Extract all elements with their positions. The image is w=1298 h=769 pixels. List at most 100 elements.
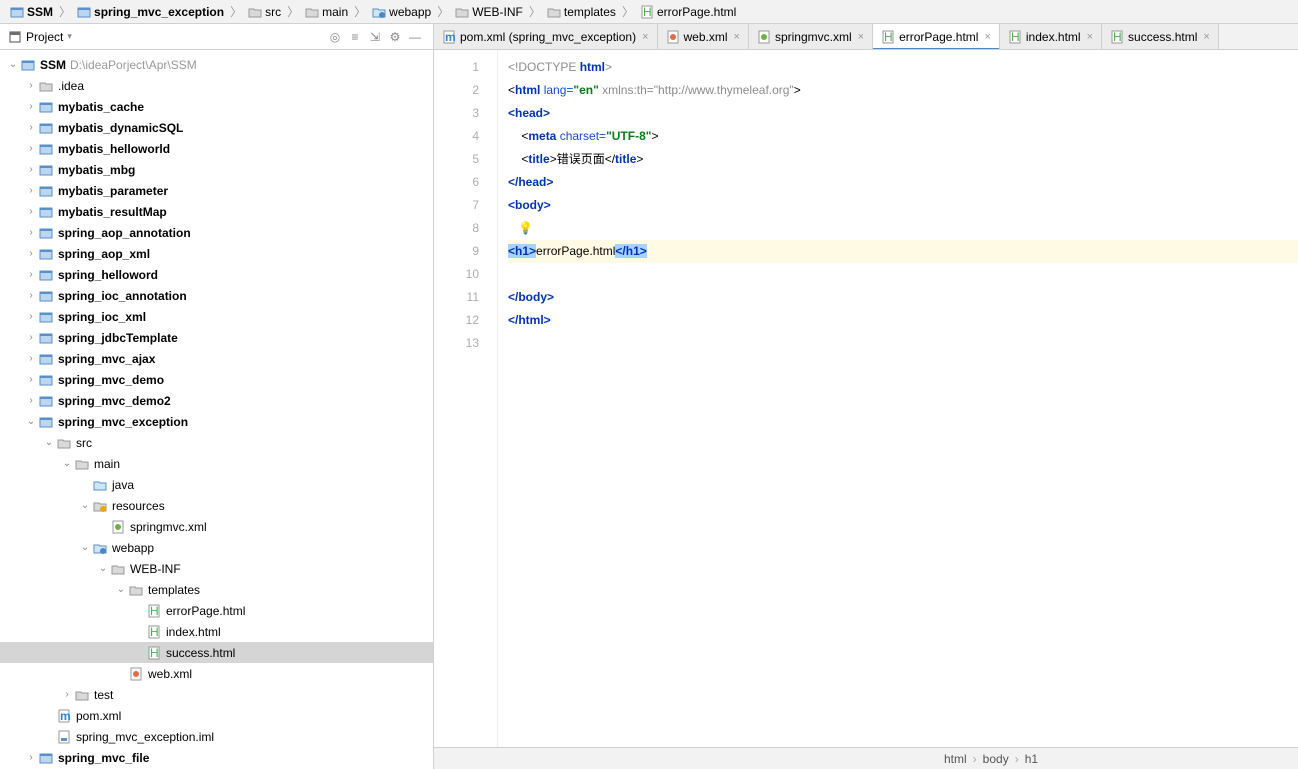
- project-tree[interactable]: ⌄SSMD:\ideaPorject\Apr\SSM›.idea›mybatis…: [0, 50, 433, 769]
- tree-arrow-icon[interactable]: ›: [24, 290, 38, 301]
- breadcrumb-item[interactable]: spring_mvc_exception: [73, 5, 228, 19]
- breadcrumb-item[interactable]: WEB-INF: [451, 5, 527, 19]
- tree-arrow-icon[interactable]: ›: [24, 143, 38, 154]
- tree-arrow-icon[interactable]: ›: [24, 752, 38, 763]
- editor-tab[interactable]: Hsuccess.html×: [1102, 24, 1219, 49]
- tree-node[interactable]: ›spring_mvc_demo: [0, 369, 433, 390]
- close-icon[interactable]: ×: [642, 31, 648, 43]
- tree-arrow-icon[interactable]: ⌄: [42, 437, 56, 448]
- chevron-right-icon: ›: [973, 752, 977, 766]
- tree-arrow-icon[interactable]: ›: [24, 206, 38, 217]
- project-sidebar: Project ▾ ◎ ≡ ⇲ ⚙ — ⌄SSMD:\ideaPorject\A…: [0, 24, 434, 769]
- tree-node[interactable]: ›mybatis_resultMap: [0, 201, 433, 222]
- tree-arrow-icon[interactable]: ›: [24, 227, 38, 238]
- tree-arrow-icon[interactable]: ›: [24, 80, 38, 91]
- expand-all-icon[interactable]: ≡: [345, 30, 365, 44]
- tree-arrow-icon[interactable]: ⌄: [24, 416, 38, 427]
- close-icon[interactable]: ×: [1203, 31, 1209, 43]
- tree-node[interactable]: ·HerrorPage.html: [0, 600, 433, 621]
- tree-node-label: spring_mvc_exception: [58, 415, 188, 429]
- tree-node[interactable]: ›spring_ioc_xml: [0, 306, 433, 327]
- tree-arrow-icon[interactable]: ›: [24, 122, 38, 133]
- structure-crumb[interactable]: body: [983, 752, 1009, 766]
- project-view-selector[interactable]: Project ▾: [8, 30, 325, 44]
- tree-node[interactable]: ›mybatis_mbg: [0, 159, 433, 180]
- tree-node[interactable]: ›mybatis_parameter: [0, 180, 433, 201]
- breadcrumb-item[interactable]: webapp: [368, 5, 435, 19]
- tree-arrow-icon[interactable]: ⌄: [6, 59, 20, 70]
- tree-node[interactable]: ⌄main: [0, 453, 433, 474]
- tree-arrow-icon[interactable]: ›: [24, 248, 38, 259]
- tree-node[interactable]: ›mybatis_cache: [0, 96, 433, 117]
- code-content[interactable]: <!DOCTYPE html> <html lang="en" xmlns:th…: [498, 50, 1298, 747]
- tree-arrow-icon[interactable]: ›: [24, 353, 38, 364]
- tree-arrow-icon[interactable]: ›: [24, 101, 38, 112]
- tree-arrow-icon[interactable]: ›: [24, 374, 38, 385]
- hide-icon[interactable]: —: [405, 30, 425, 44]
- breadcrumb-item[interactable]: SSM: [6, 5, 57, 19]
- tree-node[interactable]: ·web.xml: [0, 663, 433, 684]
- tree-node[interactable]: ›spring_mvc_file: [0, 747, 433, 768]
- tree-node[interactable]: ›spring_ioc_annotation: [0, 285, 433, 306]
- gear-icon[interactable]: ⚙: [385, 30, 405, 44]
- structure-crumb[interactable]: html: [944, 752, 967, 766]
- breadcrumb-item[interactable]: main: [301, 5, 352, 19]
- close-icon[interactable]: ×: [984, 31, 990, 43]
- tree-node[interactable]: ·springmvc.xml: [0, 516, 433, 537]
- collapse-all-icon[interactable]: ⇲: [365, 30, 385, 44]
- tree-node[interactable]: ·java: [0, 474, 433, 495]
- tree-node[interactable]: ›spring_jdbcTemplate: [0, 327, 433, 348]
- code-editor[interactable]: 12345678910111213 <!DOCTYPE html> <html …: [434, 50, 1298, 747]
- tree-node[interactable]: ⌄webapp: [0, 537, 433, 558]
- tree-node[interactable]: ⌄WEB-INF: [0, 558, 433, 579]
- folder-icon: [128, 582, 144, 598]
- tree-node[interactable]: ⌄resources: [0, 495, 433, 516]
- tree-node[interactable]: ›spring_aop_xml: [0, 243, 433, 264]
- sidebar-header: Project ▾ ◎ ≡ ⇲ ⚙ —: [0, 24, 433, 50]
- tree-node[interactable]: ⌄templates: [0, 579, 433, 600]
- close-icon[interactable]: ×: [734, 31, 740, 43]
- tree-arrow-icon[interactable]: ›: [24, 395, 38, 406]
- tree-arrow-icon[interactable]: ›: [24, 332, 38, 343]
- editor-tab[interactable]: springmvc.xml×: [749, 24, 873, 49]
- tree-arrow-icon[interactable]: ⌄: [78, 500, 92, 511]
- tree-node[interactable]: ·Hsuccess.html: [0, 642, 433, 663]
- close-icon[interactable]: ×: [1087, 31, 1093, 43]
- tree-arrow-icon[interactable]: ⌄: [60, 458, 74, 469]
- breadcrumb-item[interactable]: src: [244, 5, 285, 19]
- tree-arrow-icon[interactable]: ›: [24, 311, 38, 322]
- locate-icon[interactable]: ◎: [325, 30, 345, 44]
- editor-tab[interactable]: web.xml×: [658, 24, 749, 49]
- tree-node[interactable]: ›mybatis_dynamicSQL: [0, 117, 433, 138]
- structure-crumb[interactable]: h1: [1025, 752, 1038, 766]
- close-icon[interactable]: ×: [858, 31, 864, 43]
- tree-arrow-icon[interactable]: ›: [24, 185, 38, 196]
- intention-bulb-icon[interactable]: 💡: [518, 221, 533, 235]
- tree-node[interactable]: ·Hindex.html: [0, 621, 433, 642]
- tree-node[interactable]: ·mpom.xml: [0, 705, 433, 726]
- html-icon: H: [146, 624, 162, 640]
- tree-arrow-icon[interactable]: ›: [60, 689, 74, 700]
- tree-node[interactable]: ›spring_aop_annotation: [0, 222, 433, 243]
- tree-node[interactable]: ⌄ spring_mvc_exception: [0, 411, 433, 432]
- breadcrumb-item[interactable]: templates: [543, 5, 620, 19]
- tree-arrow-icon[interactable]: ›: [24, 269, 38, 280]
- tree-arrow-icon[interactable]: ⌄: [78, 542, 92, 553]
- tree-node[interactable]: ›spring_mvc_ajax: [0, 348, 433, 369]
- tree-arrow-icon[interactable]: ›: [24, 164, 38, 175]
- tree-node[interactable]: ›test: [0, 684, 433, 705]
- breadcrumb-item[interactable]: HerrorPage.html: [636, 5, 740, 19]
- tree-node[interactable]: ⌄src: [0, 432, 433, 453]
- tree-node[interactable]: ›.idea: [0, 75, 433, 96]
- tree-node[interactable]: ·spring_mvc_exception.iml: [0, 726, 433, 747]
- editor-tab[interactable]: HerrorPage.html×: [873, 24, 1000, 49]
- tree-node[interactable]: ›spring_mvc_demo2: [0, 390, 433, 411]
- tree-node[interactable]: ›mybatis_helloworld: [0, 138, 433, 159]
- tree-arrow-icon[interactable]: ⌄: [96, 563, 110, 574]
- editor-tab[interactable]: mpom.xml (spring_mvc_exception)×: [434, 24, 658, 49]
- tree-node[interactable]: ⌄SSMD:\ideaPorject\Apr\SSM: [0, 54, 433, 75]
- editor-tab[interactable]: Hindex.html×: [1000, 24, 1102, 49]
- tree-node[interactable]: ›spring_helloword: [0, 264, 433, 285]
- module-icon: [38, 99, 54, 115]
- tree-arrow-icon[interactable]: ⌄: [114, 584, 128, 595]
